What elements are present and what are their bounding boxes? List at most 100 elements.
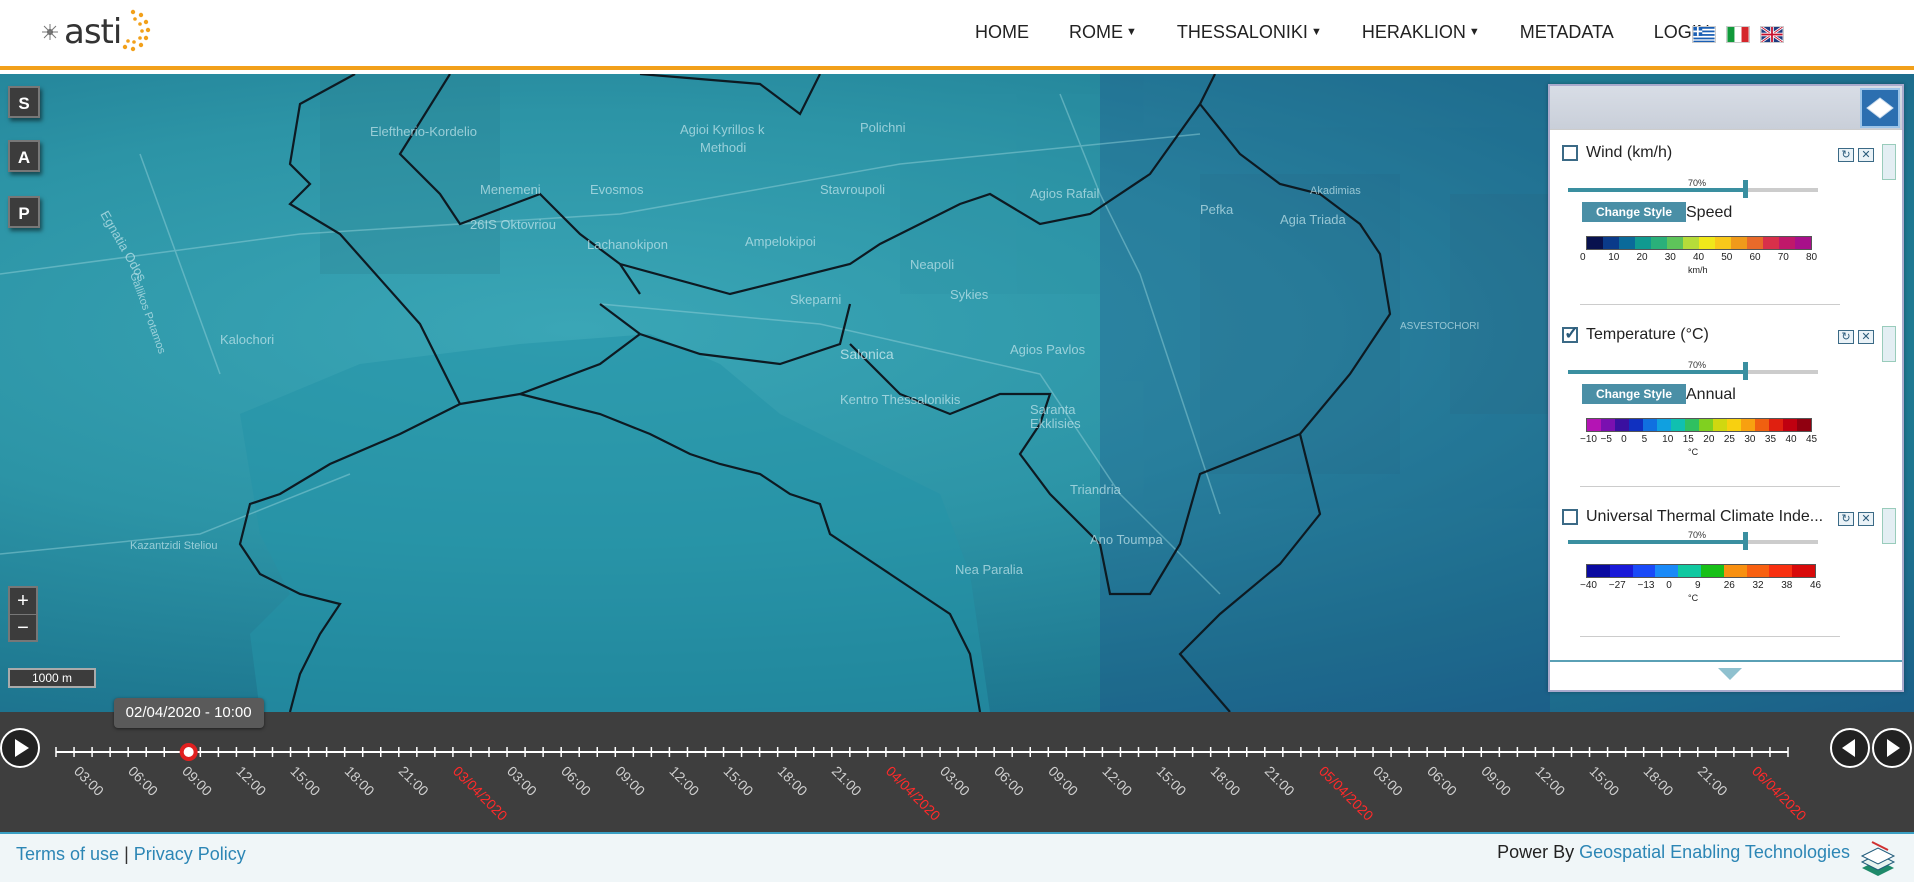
color-swatch bbox=[1643, 419, 1657, 431]
layer-title: Universal Thermal Climate Inde... bbox=[1586, 508, 1824, 525]
nav-home[interactable]: HOME bbox=[975, 22, 1029, 43]
opacity-slider[interactable] bbox=[1568, 180, 1818, 198]
play-button[interactable] bbox=[0, 728, 40, 768]
svg-text:Polichni: Polichni bbox=[860, 120, 906, 135]
logo[interactable]: asti bbox=[40, 8, 153, 56]
color-swatch bbox=[1619, 237, 1635, 249]
color-swatch bbox=[1635, 237, 1651, 249]
color-swatch bbox=[1651, 237, 1667, 249]
close-icon[interactable]: ✕ bbox=[1858, 330, 1874, 344]
color-swatch bbox=[1657, 419, 1671, 431]
layers-toggle-button[interactable] bbox=[1860, 88, 1900, 128]
svg-text:Methodi: Methodi bbox=[700, 140, 746, 155]
svg-text:Egnatia Odos: Egnatia Odos bbox=[97, 208, 150, 284]
greek-flag-icon[interactable] bbox=[1692, 26, 1716, 43]
svg-text:Triandria: Triandria bbox=[1070, 482, 1122, 497]
layer-title: Temperature (°C) bbox=[1586, 326, 1709, 343]
opacity-slider-knob[interactable] bbox=[1743, 532, 1748, 550]
color-swatch bbox=[1699, 237, 1715, 249]
map-control-s[interactable]: S bbox=[8, 86, 40, 118]
color-swatch bbox=[1699, 419, 1713, 431]
color-ramp-tick: −5 bbox=[1600, 434, 1612, 445]
opacity-slider[interactable] bbox=[1568, 532, 1818, 550]
nav-heraklion[interactable]: HERAKLION ▼ bbox=[1362, 22, 1480, 43]
change-style-button[interactable]: Change Style bbox=[1582, 384, 1687, 404]
layer-checkbox-utci[interactable] bbox=[1562, 509, 1578, 525]
nav-rome[interactable]: ROME ▼ bbox=[1069, 22, 1137, 43]
timeline-time-label: 12:00 bbox=[666, 763, 702, 799]
map-control-p[interactable]: P bbox=[8, 196, 40, 228]
color-swatch bbox=[1746, 565, 1770, 577]
timeline-time-label: 21:00 bbox=[1695, 763, 1731, 799]
privacy-link[interactable]: Privacy Policy bbox=[134, 844, 246, 864]
nav-thessaloniki[interactable]: THESSALONIKI ▼ bbox=[1177, 22, 1322, 43]
timeline-handle[interactable] bbox=[179, 743, 198, 761]
change-style-button[interactable]: Change Style bbox=[1582, 202, 1687, 222]
powered-by: Power By Geospatial Enabling Technologie… bbox=[1497, 842, 1850, 863]
color-swatch bbox=[1715, 237, 1731, 249]
layer-scroll[interactable] bbox=[1882, 326, 1896, 362]
map-control-a[interactable]: A bbox=[8, 140, 40, 172]
layer-checkbox-temperature[interactable] bbox=[1562, 323, 1579, 344]
previous-step-button[interactable] bbox=[1830, 728, 1870, 768]
timeline-time-label: 21:00 bbox=[396, 763, 432, 799]
refresh-icon[interactable]: ↻ bbox=[1838, 330, 1854, 344]
footer: Terms of use | Privacy Policy Power By G… bbox=[0, 832, 1914, 882]
svg-text:Kazantzidi Steliou: Kazantzidi Steliou bbox=[130, 540, 217, 552]
color-ramp-ticks: −40 −27 −13 0 9 26 32 38 46 bbox=[1576, 580, 1826, 592]
color-swatch bbox=[1671, 419, 1685, 431]
step-forward-icon bbox=[1887, 739, 1900, 757]
opacity-slider[interactable] bbox=[1568, 362, 1818, 380]
color-ramp-tick: 30 bbox=[1664, 252, 1676, 263]
color-ramp-tick: 46 bbox=[1810, 580, 1822, 591]
refresh-icon[interactable]: ↻ bbox=[1838, 512, 1854, 526]
zoom-in-button[interactable]: + bbox=[10, 588, 36, 614]
svg-text:Lachanokipon: Lachanokipon bbox=[587, 237, 668, 252]
timeline-time-label: 09:00 bbox=[1478, 763, 1514, 799]
close-icon[interactable]: ✕ bbox=[1858, 512, 1874, 526]
next-step-button[interactable] bbox=[1872, 728, 1912, 768]
timeline-time-label: 06:00 bbox=[991, 763, 1027, 799]
color-ramp-tick: 35 bbox=[1764, 434, 1777, 445]
color-swatch bbox=[1603, 237, 1619, 249]
italian-flag-icon[interactable] bbox=[1726, 26, 1750, 43]
time-slider[interactable]: 03:00 06:00 09:00 12:00 15:00 18:00 21:00 03/04… bbox=[0, 698, 1914, 832]
color-swatch bbox=[1601, 419, 1615, 431]
timeline-track[interactable]: 03:00 06:00 09:00 12:00 15:00 18:00 21:00 03/04… bbox=[0, 712, 1914, 832]
svg-text:Salonica: Salonica bbox=[840, 346, 894, 362]
color-ramp bbox=[1586, 418, 1812, 432]
opacity-slider-knob[interactable] bbox=[1743, 362, 1748, 380]
timeline-time-label: 18:00 bbox=[1208, 763, 1244, 799]
opacity-slider-knob[interactable] bbox=[1743, 180, 1748, 198]
divider bbox=[1580, 636, 1840, 637]
zoom-out-button[interactable]: − bbox=[10, 614, 36, 640]
color-swatch bbox=[1632, 565, 1656, 577]
color-ramp-tick: 10 bbox=[1662, 434, 1674, 445]
company-link[interactable]: Geospatial Enabling Technologies bbox=[1579, 842, 1850, 862]
layer-scroll[interactable] bbox=[1882, 144, 1896, 180]
refresh-icon[interactable]: ↻ bbox=[1838, 148, 1854, 162]
color-swatch bbox=[1667, 237, 1683, 249]
nav-metadata[interactable]: METADATA bbox=[1520, 22, 1614, 43]
legend-layer-temperature: Temperature (°C) ↻ ✕ 70% Change Style An… bbox=[1562, 323, 1896, 496]
timeline-time-label: 03:00 bbox=[937, 763, 973, 799]
divider bbox=[1580, 486, 1840, 487]
uk-flag-icon[interactable] bbox=[1760, 26, 1784, 43]
close-icon[interactable]: ✕ bbox=[1858, 148, 1874, 162]
color-ramp-tick: 25 bbox=[1723, 434, 1735, 445]
terms-link[interactable]: Terms of use bbox=[16, 844, 119, 864]
color-swatch bbox=[1795, 237, 1811, 249]
expand-down-icon[interactable] bbox=[1718, 668, 1742, 680]
footer-separator: | bbox=[124, 844, 129, 864]
color-swatch bbox=[1609, 565, 1633, 577]
powered-by-label: Power By bbox=[1497, 842, 1575, 862]
panel-footer bbox=[1550, 660, 1902, 690]
color-ramp-tick: 40 bbox=[1693, 252, 1705, 263]
color-ramp-tick: 20 bbox=[1703, 434, 1715, 445]
color-ramp bbox=[1586, 236, 1812, 250]
layer-checkbox-wind[interactable] bbox=[1562, 145, 1578, 161]
color-ramp-tick: 38 bbox=[1781, 580, 1793, 591]
layer-scroll[interactable] bbox=[1882, 508, 1896, 544]
color-swatch bbox=[1792, 565, 1815, 577]
color-ramp-tick: −13 bbox=[1637, 580, 1655, 591]
